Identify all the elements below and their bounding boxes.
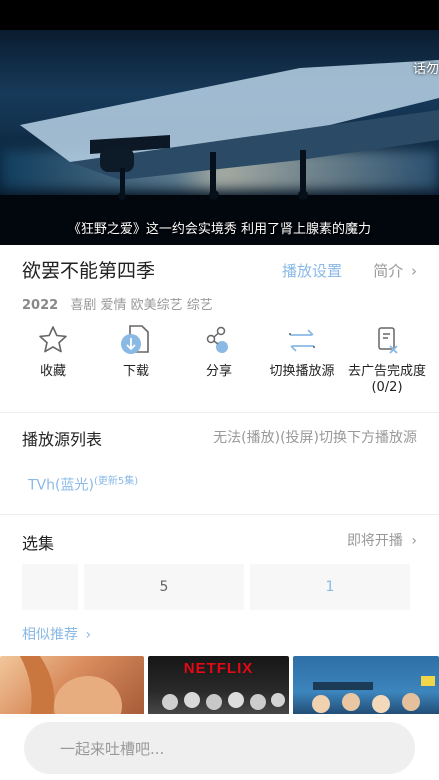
ad-removal-button[interactable]: 去广告完成度 (0/2) [341,322,433,396]
episodes-heading: 选集 [22,534,55,553]
intro-link[interactable]: 简介 › [373,260,417,281]
download-icon [92,322,180,358]
favorite-label: 收藏 [39,364,66,379]
divider [0,514,439,515]
comment-bar: 一起来吐槽吧... [0,714,439,780]
episode-list: 5 1 [22,564,417,610]
divider [0,412,439,413]
chevron-right-icon: › [411,533,417,549]
chevron-right-icon: › [85,627,92,643]
play-settings-link[interactable]: 播放设置 [282,260,342,281]
intro-label: 简介 [373,262,404,280]
show-title: 欲罢不能第四季 [22,260,156,282]
star-icon [9,322,97,358]
favorite-button[interactable]: 收藏 [9,322,97,380]
poster-art [312,676,435,713]
recommend-heading: 相似推荐 [22,627,78,643]
comment-placeholder: 一起来吐槽吧... [60,739,165,758]
download-label: 下载 [122,364,149,379]
status-bar [0,0,439,30]
episodes-status-link[interactable]: 即将开播 › [347,530,417,550]
recommend-heading-link[interactable]: 相似推荐 › [22,624,91,644]
show-meta: 2022 喜剧 爱情 欧美综艺 综艺 [22,294,213,313]
switch-source-button[interactable]: 切换播放源 [258,322,346,380]
video-subtitle: 《狂野之爱》这一约会实境秀 利用了肾上腺素的魔力 [67,222,372,237]
poster-art [20,656,122,716]
ad-removal-icon [341,322,433,358]
episode-cell[interactable] [22,564,78,610]
ad-removal-label: 去广告完成度 (0/2) [347,364,426,395]
video-player[interactable]: 话勿 《狂野之爱》这一约会实境秀 利用了肾上腺素的魔力 [0,30,439,245]
episodes-status: 即将开播 [346,533,403,549]
title-row: 欲罢不能第四季 播放设置 简介 › [22,256,417,286]
download-button[interactable]: 下载 [92,322,180,380]
recommend-poster[interactable] [0,656,144,716]
episode-cell[interactable]: 5 [84,564,244,610]
poster-art [162,692,285,710]
airplane-image [20,60,439,200]
action-bar: 收藏 下载 分享 切换播放源 去广告完成度 (0/2) [0,322,439,402]
overlay-text: 话勿 [412,62,439,77]
episode-cell[interactable]: 1 [250,564,410,610]
switch-source-icon [258,322,346,358]
comment-input[interactable]: 一起来吐槽吧... [24,722,415,774]
source-list-note: 无法(播放)(投屏)切换下方播放源 [213,430,417,446]
release-year: 2022 [22,298,59,313]
share-icon [175,322,263,358]
recommend-row: NETFLIX [0,656,439,716]
chevron-right-icon: › [411,262,417,280]
recommend-poster[interactable]: NETFLIX [148,656,289,716]
share-label: 分享 [205,364,232,379]
source-list-heading: 播放源列表 [22,430,103,449]
share-button[interactable]: 分享 [175,322,263,380]
switch-source-label: 切换播放源 [269,364,335,379]
source-chip-badge: (更新5集) [93,476,139,487]
source-chip-tvh[interactable]: TVh(蓝光)(更新5集) [28,472,138,495]
recommend-poster[interactable] [293,656,439,716]
source-chip-label: TVh(蓝光) [28,477,94,494]
genre-tags: 喜剧 爱情 欧美综艺 综艺 [70,298,213,313]
